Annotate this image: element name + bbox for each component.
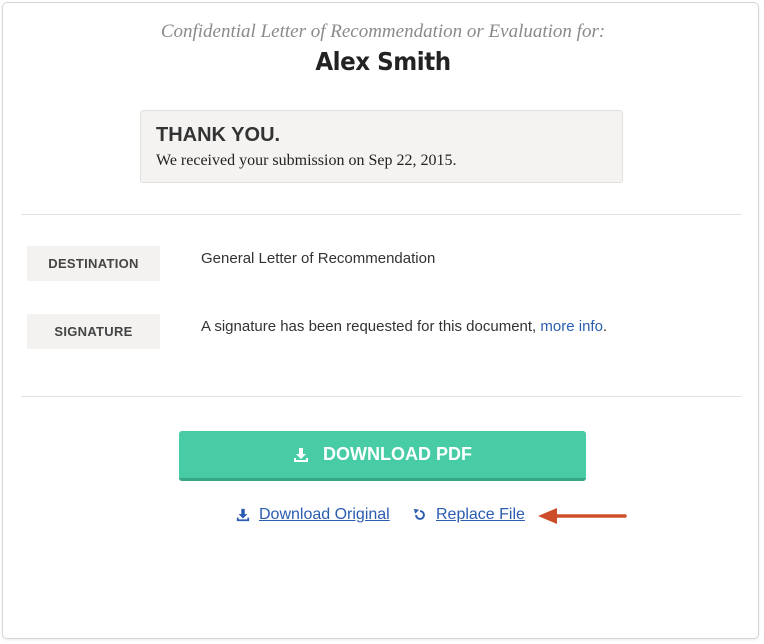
replace-file-label: Replace File: [436, 506, 525, 523]
signature-label: SIGNATURE: [27, 314, 160, 349]
signature-text: A signature has been requested for this …: [201, 318, 537, 335]
confirmation-box: THANK YOU. We received your submission o…: [140, 110, 623, 183]
candidate-name: Alex Smith: [315, 47, 451, 76]
arrow-icon: [538, 508, 627, 524]
page-subtitle: Confidential Letter of Recommendation or…: [160, 21, 606, 42]
signature-value: A signature has been requested for this …: [201, 318, 607, 335]
refresh-icon: [413, 508, 425, 520]
destination-label: DESTINATION: [27, 246, 160, 281]
download-original-label: Download Original: [259, 506, 390, 523]
replace-file-link[interactable]: Replace File: [413, 506, 525, 524]
destination-value: General Letter of Recommendation: [201, 250, 436, 267]
download-pdf-label: DOWNLOAD PDF: [323, 444, 472, 464]
confirmation-text: We received your submission on Sep 22, 2…: [156, 152, 457, 169]
submission-card: Confidential Letter of Recommendation or…: [2, 2, 759, 639]
divider: [21, 214, 742, 215]
download-icon: [236, 508, 250, 522]
divider: [21, 396, 742, 397]
download-pdf-button[interactable]: DOWNLOAD PDF: [179, 431, 586, 481]
signature-end: .: [602, 318, 608, 335]
confirmation-title: THANK YOU.: [156, 124, 281, 146]
download-icon: [294, 447, 308, 462]
more-info-link[interactable]: more info: [540, 318, 603, 335]
download-original-link[interactable]: Download Original: [236, 506, 390, 524]
